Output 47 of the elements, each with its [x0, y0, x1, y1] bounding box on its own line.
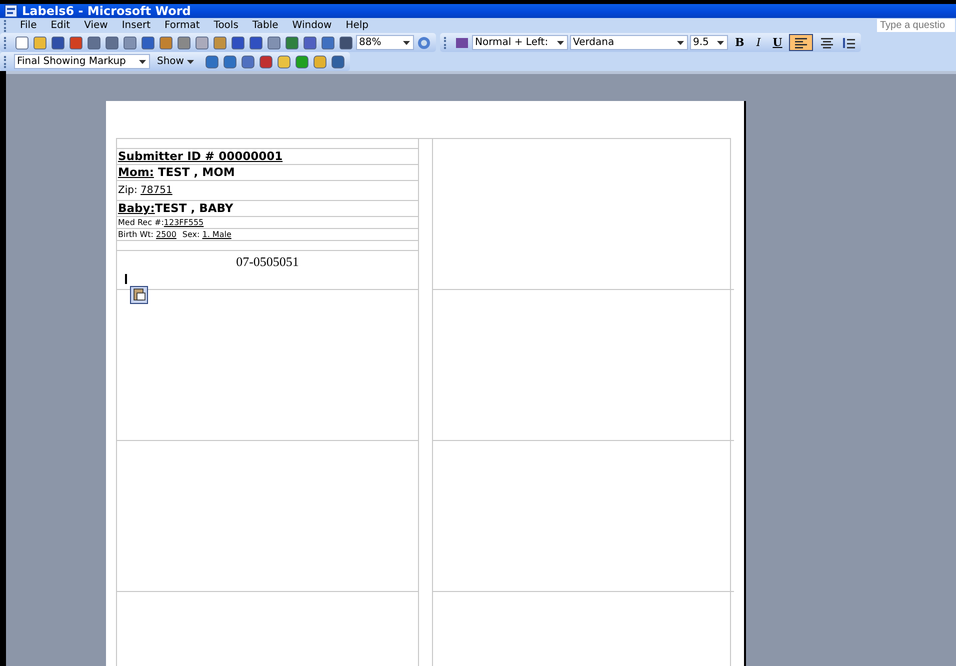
- label-text: Med Rec #:: [118, 218, 164, 227]
- menu-item[interactable]: View: [78, 20, 114, 31]
- label-text: 123FF555: [164, 218, 204, 227]
- label-text: TEST , BABY: [154, 201, 234, 215]
- label-text: Zip:: [118, 185, 138, 196]
- font-combo[interactable]: Verdana: [570, 35, 688, 50]
- window-title: Labels6 - Microsoft Word: [22, 4, 191, 18]
- zoom-combo[interactable]: 88%: [356, 35, 414, 50]
- display-combo[interactable]: Final Showing Markup: [14, 54, 150, 69]
- menu-item[interactable]: File: [14, 20, 43, 31]
- menu-item[interactable]: Window: [286, 20, 338, 31]
- label-text: Mom:: [118, 165, 154, 179]
- menu-item[interactable]: Format: [158, 20, 206, 31]
- dropdown-arrow-icon: [717, 40, 724, 44]
- style-combo[interactable]: Normal + Left:: [472, 35, 568, 50]
- label-text: Birth Wt:: [118, 230, 154, 239]
- align-left-icon: [794, 36, 808, 48]
- text-cursor: [125, 274, 127, 284]
- italic-button[interactable]: I: [751, 34, 766, 51]
- dropdown-arrow-icon: [557, 40, 564, 44]
- font-size-combo[interactable]: 9.5: [690, 35, 728, 50]
- label-text: Submitter ID # 00000001: [118, 149, 283, 163]
- document-icon: [4, 4, 18, 18]
- menu-item[interactable]: Tools: [208, 20, 244, 31]
- menu-item[interactable]: Help: [340, 20, 375, 31]
- dropdown-arrow-icon: [403, 40, 410, 44]
- show-button[interactable]: Show: [152, 53, 202, 70]
- paste-options-icon[interactable]: [130, 286, 148, 304]
- underline-button[interactable]: U: [768, 34, 788, 51]
- label-number: 07-0505051: [117, 250, 418, 269]
- label-text: Baby:: [118, 201, 155, 215]
- menu-item[interactable]: Insert: [116, 20, 157, 31]
- label-text: 2500: [156, 230, 176, 239]
- help-icon[interactable]: [416, 34, 432, 50]
- bold-button[interactable]: B: [730, 34, 750, 51]
- dropdown-arrow-icon: [186, 60, 194, 64]
- label-text: Sex:: [182, 230, 201, 239]
- menu-item[interactable]: Edit: [44, 20, 76, 31]
- dropdown-arrow-icon: [677, 40, 684, 44]
- dropdown-arrow-icon: [139, 60, 146, 64]
- label-text: 1. Male: [202, 230, 232, 239]
- label-text: 78751: [140, 185, 172, 196]
- label-text: TEST , MOM: [156, 165, 235, 179]
- align-left-button[interactable]: [789, 34, 814, 51]
- menu-item[interactable]: Table: [246, 20, 284, 31]
- help-field[interactable]: Type a questio: [876, 18, 956, 33]
- align-center-icon: [820, 36, 834, 48]
